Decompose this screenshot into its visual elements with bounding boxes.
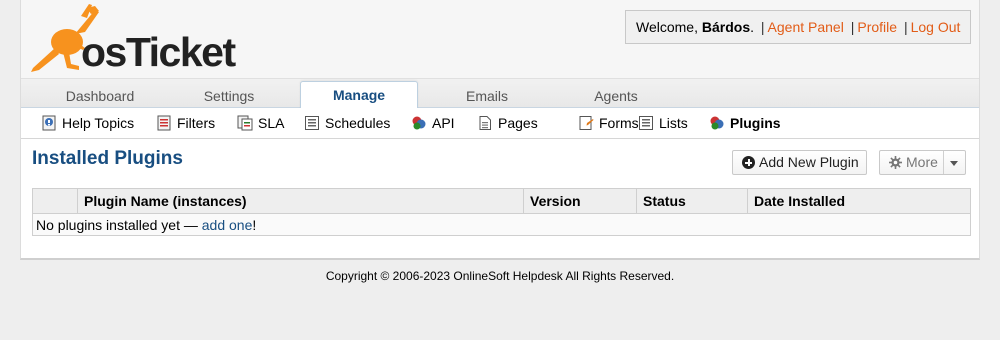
osticket-logo[interactable]: osTicket [29, 2, 249, 76]
empty-message-prefix: No plugins installed yet — [36, 216, 202, 233]
gear-icon [889, 156, 902, 169]
sla-icon [237, 115, 253, 131]
tab-settings[interactable]: Settings [170, 85, 288, 109]
sub-navigation: Help Topics Filters SLA Schedules API Pa… [21, 108, 979, 139]
api-icon [412, 116, 426, 130]
subnav-label: Schedules [325, 115, 391, 131]
welcome-prefix: Welcome, [636, 19, 702, 35]
table-row: No plugins installed yet — add one! [32, 213, 971, 236]
column-header-select [32, 188, 78, 214]
tab-dashboard[interactable]: Dashboard [41, 85, 159, 109]
subnav-label: Lists [659, 115, 688, 131]
column-header-status[interactable]: Status [636, 188, 748, 214]
page-container: osTicket Welcome, Bárdos. | Agent Panel |… [20, 0, 980, 260]
header: osTicket Welcome, Bárdos. | Agent Panel |… [21, 0, 979, 78]
tab-emails[interactable]: Emails [428, 85, 546, 109]
plugins-table: Plugin Name (instances) Version Status D… [32, 188, 971, 236]
plus-circle-icon [742, 156, 755, 169]
button-divider [943, 151, 944, 174]
user-name: Bárdos [701, 19, 751, 35]
column-header-date-installed[interactable]: Date Installed [747, 188, 971, 214]
separator: | [903, 19, 908, 35]
subnav-label: Help Topics [62, 115, 135, 131]
empty-message-suffix: ! [252, 216, 257, 233]
logout-link[interactable]: Log Out [911, 19, 961, 35]
subnav-label: Filters [177, 115, 216, 131]
subnav-label: Plugins [730, 115, 781, 131]
welcome-suffix: . [750, 19, 754, 35]
more-button[interactable]: More [879, 150, 966, 175]
help-topics-icon [42, 115, 56, 131]
separator: | [850, 19, 855, 35]
subnav-label: Forms [599, 115, 639, 131]
separator: | [760, 19, 765, 35]
tab-agents[interactable]: Agents [557, 85, 675, 109]
plugins-icon [710, 116, 724, 130]
table-header-row: Plugin Name (instances) Version Status D… [32, 188, 971, 214]
add-new-plugin-button[interactable]: Add New Plugin [732, 150, 867, 175]
add-new-plugin-label: Add New Plugin [759, 154, 859, 170]
filters-icon [157, 115, 171, 131]
chevron-down-icon[interactable] [950, 161, 958, 166]
main-tabs: Dashboard Settings Manage Emails Agents [21, 78, 979, 110]
pages-icon [479, 116, 491, 130]
lists-icon [639, 116, 653, 130]
page-title: Installed Plugins [32, 148, 183, 169]
schedules-icon [305, 116, 319, 130]
empty-table-message: No plugins installed yet — add one! [32, 213, 971, 236]
logo-text: osTicket [81, 29, 236, 75]
profile-link[interactable]: Profile [857, 19, 897, 35]
tab-manage[interactable]: Manage [300, 81, 418, 110]
subnav-label: SLA [258, 115, 285, 131]
agent-panel-link[interactable]: Agent Panel [768, 19, 844, 35]
forms-icon [579, 116, 594, 130]
column-header-version[interactable]: Version [523, 188, 637, 214]
footer-copyright: Copyright © 2006-2023 OnlineSoft Helpdes… [325, 269, 675, 283]
more-label: More [906, 154, 938, 170]
subnav-label: API [432, 115, 455, 131]
user-welcome-box: Welcome, Bárdos. | Agent Panel | Profile |… [625, 10, 971, 44]
subnav-label: Pages [498, 115, 538, 131]
column-header-plugin-name[interactable]: Plugin Name (instances) [77, 188, 524, 214]
add-one-link[interactable]: add one [202, 217, 253, 233]
